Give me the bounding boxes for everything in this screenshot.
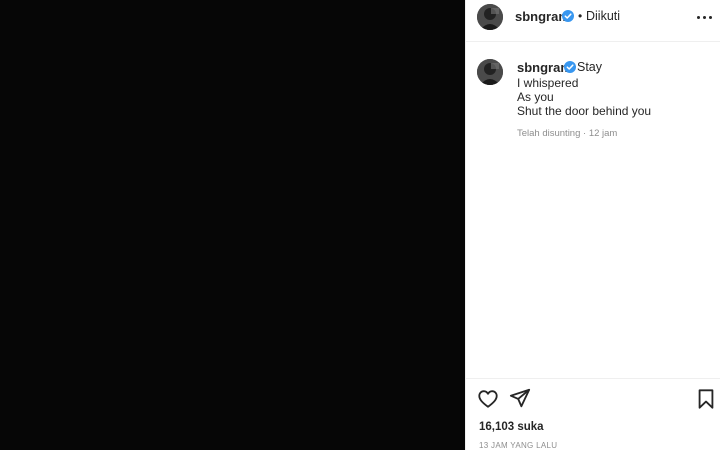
caption-line: Stay	[577, 60, 603, 74]
caption-avatar[interactable]	[477, 59, 503, 85]
heart-icon[interactable]	[477, 388, 499, 410]
post-actions: 16,103 suka 13 JAM YANG LALU	[466, 378, 720, 450]
post-header: sbngram • Diikuti	[466, 0, 720, 42]
caption-line: I whispered	[517, 76, 579, 90]
likes-count[interactable]: 16,103 suka	[479, 421, 544, 433]
caption-edited-time: Telah disunting · 12 jam	[517, 128, 618, 139]
paper-plane-icon[interactable]	[509, 387, 531, 409]
caption-line: Shut the door behind you	[517, 104, 652, 118]
post-media[interactable]	[0, 0, 465, 450]
verified-badge-icon	[562, 10, 574, 22]
caption-line: As you	[517, 90, 554, 104]
verified-badge-icon	[564, 61, 576, 73]
header-separator: •	[578, 9, 583, 23]
avatar[interactable]	[477, 4, 503, 30]
bookmark-icon[interactable]	[695, 388, 717, 410]
post-timestamp: 13 JAM YANG LALU	[479, 441, 558, 450]
post-side-panel: sbngram • Diikuti sbngram Stay I whisper…	[465, 0, 720, 450]
more-options-icon[interactable]	[697, 12, 713, 22]
following-button[interactable]: Diikuti	[586, 9, 620, 23]
